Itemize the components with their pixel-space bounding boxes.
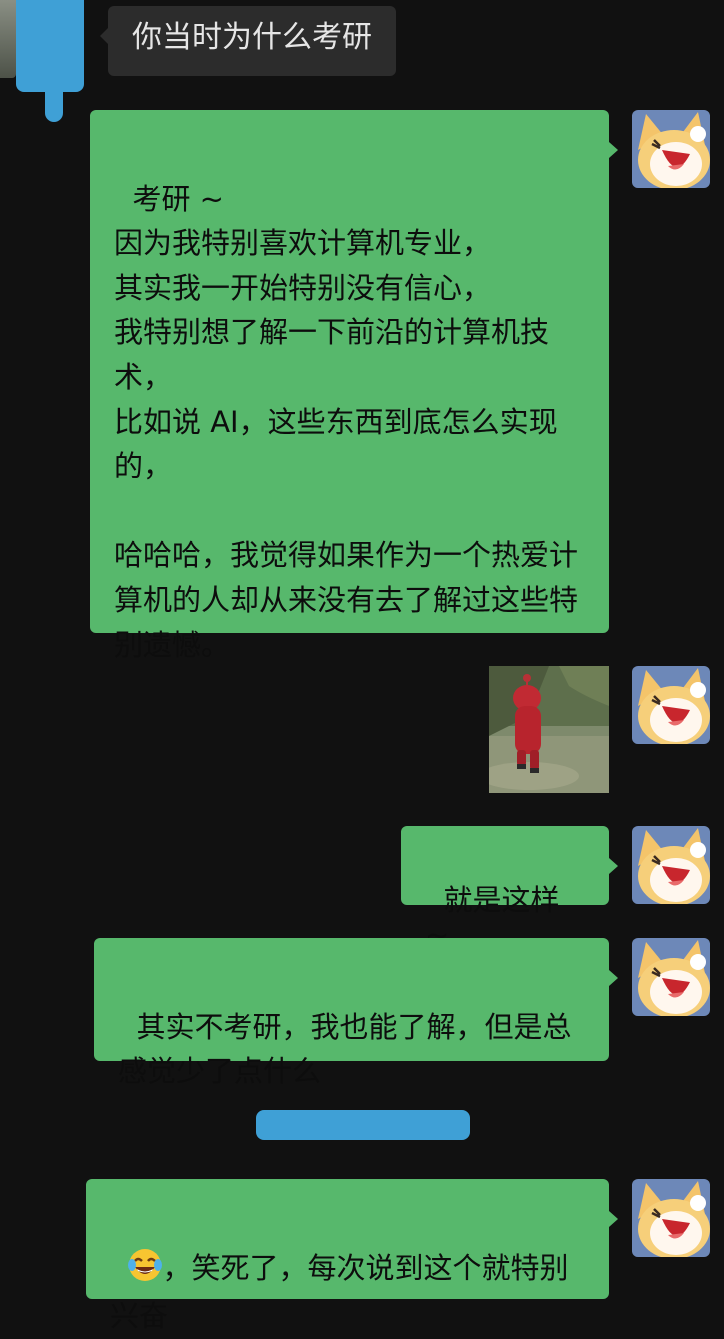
sent-image-message[interactable] — [489, 666, 609, 793]
sent-message-bubble[interactable]: 考研 ~ 因为我特别喜欢计算机专业， 其实我一开始特别没有信心， 我特别想了解一… — [90, 110, 609, 662]
my-avatar[interactable] — [632, 938, 710, 1016]
cartoon-cat-avatar-icon — [632, 666, 710, 744]
my-avatar[interactable] — [632, 110, 710, 188]
my-avatar[interactable] — [632, 826, 710, 904]
received-message-bubble[interactable]: 你当时为什么考研 — [108, 6, 396, 76]
redacted-contact-avatar — [16, 0, 84, 92]
sent-message-text: 考研 ~ 因为我特别喜欢计算机专业， 其实我一开始特别没有信心， 我特别想了解一… — [114, 181, 579, 662]
cartoon-cat-avatar-icon — [632, 110, 710, 188]
sent-bubble-tail — [609, 1211, 618, 1227]
sent-message-text: 其实不考研，我也能了解，但是总感觉少了点什么 — [118, 1009, 572, 1089]
sent-message-bubble[interactable]: 其实不考研，我也能了解，但是总感觉少了点什么 — [94, 938, 609, 1088]
red-character-photo-icon — [489, 666, 609, 793]
received-bubble-tail — [100, 28, 108, 44]
my-avatar[interactable] — [632, 1179, 710, 1257]
redacted-timestamp — [256, 1110, 470, 1140]
sent-bubble-tail — [609, 142, 618, 158]
cartoon-cat-avatar-icon — [632, 826, 710, 904]
received-message-text: 你当时为什么考研 — [132, 20, 372, 55]
sent-message-bubble[interactable]: 就是这样 ~ — [401, 826, 609, 952]
cartoon-cat-avatar-icon — [632, 938, 710, 1016]
my-avatar[interactable] — [632, 666, 710, 744]
sent-bubble-tail — [609, 970, 618, 986]
cartoon-cat-avatar-icon — [632, 1179, 710, 1257]
tears-of-joy-emoji-icon — [128, 1248, 163, 1295]
sent-message-text: ，笑死了，每次说到这个就特别兴奋 — [110, 1250, 569, 1334]
sent-message-bubble[interactable]: ，笑死了，每次说到这个就特别兴奋 — [86, 1179, 609, 1333]
contact-avatar-edge[interactable] — [0, 0, 16, 78]
redaction-mark — [45, 80, 63, 122]
sent-bubble-tail — [609, 858, 618, 874]
